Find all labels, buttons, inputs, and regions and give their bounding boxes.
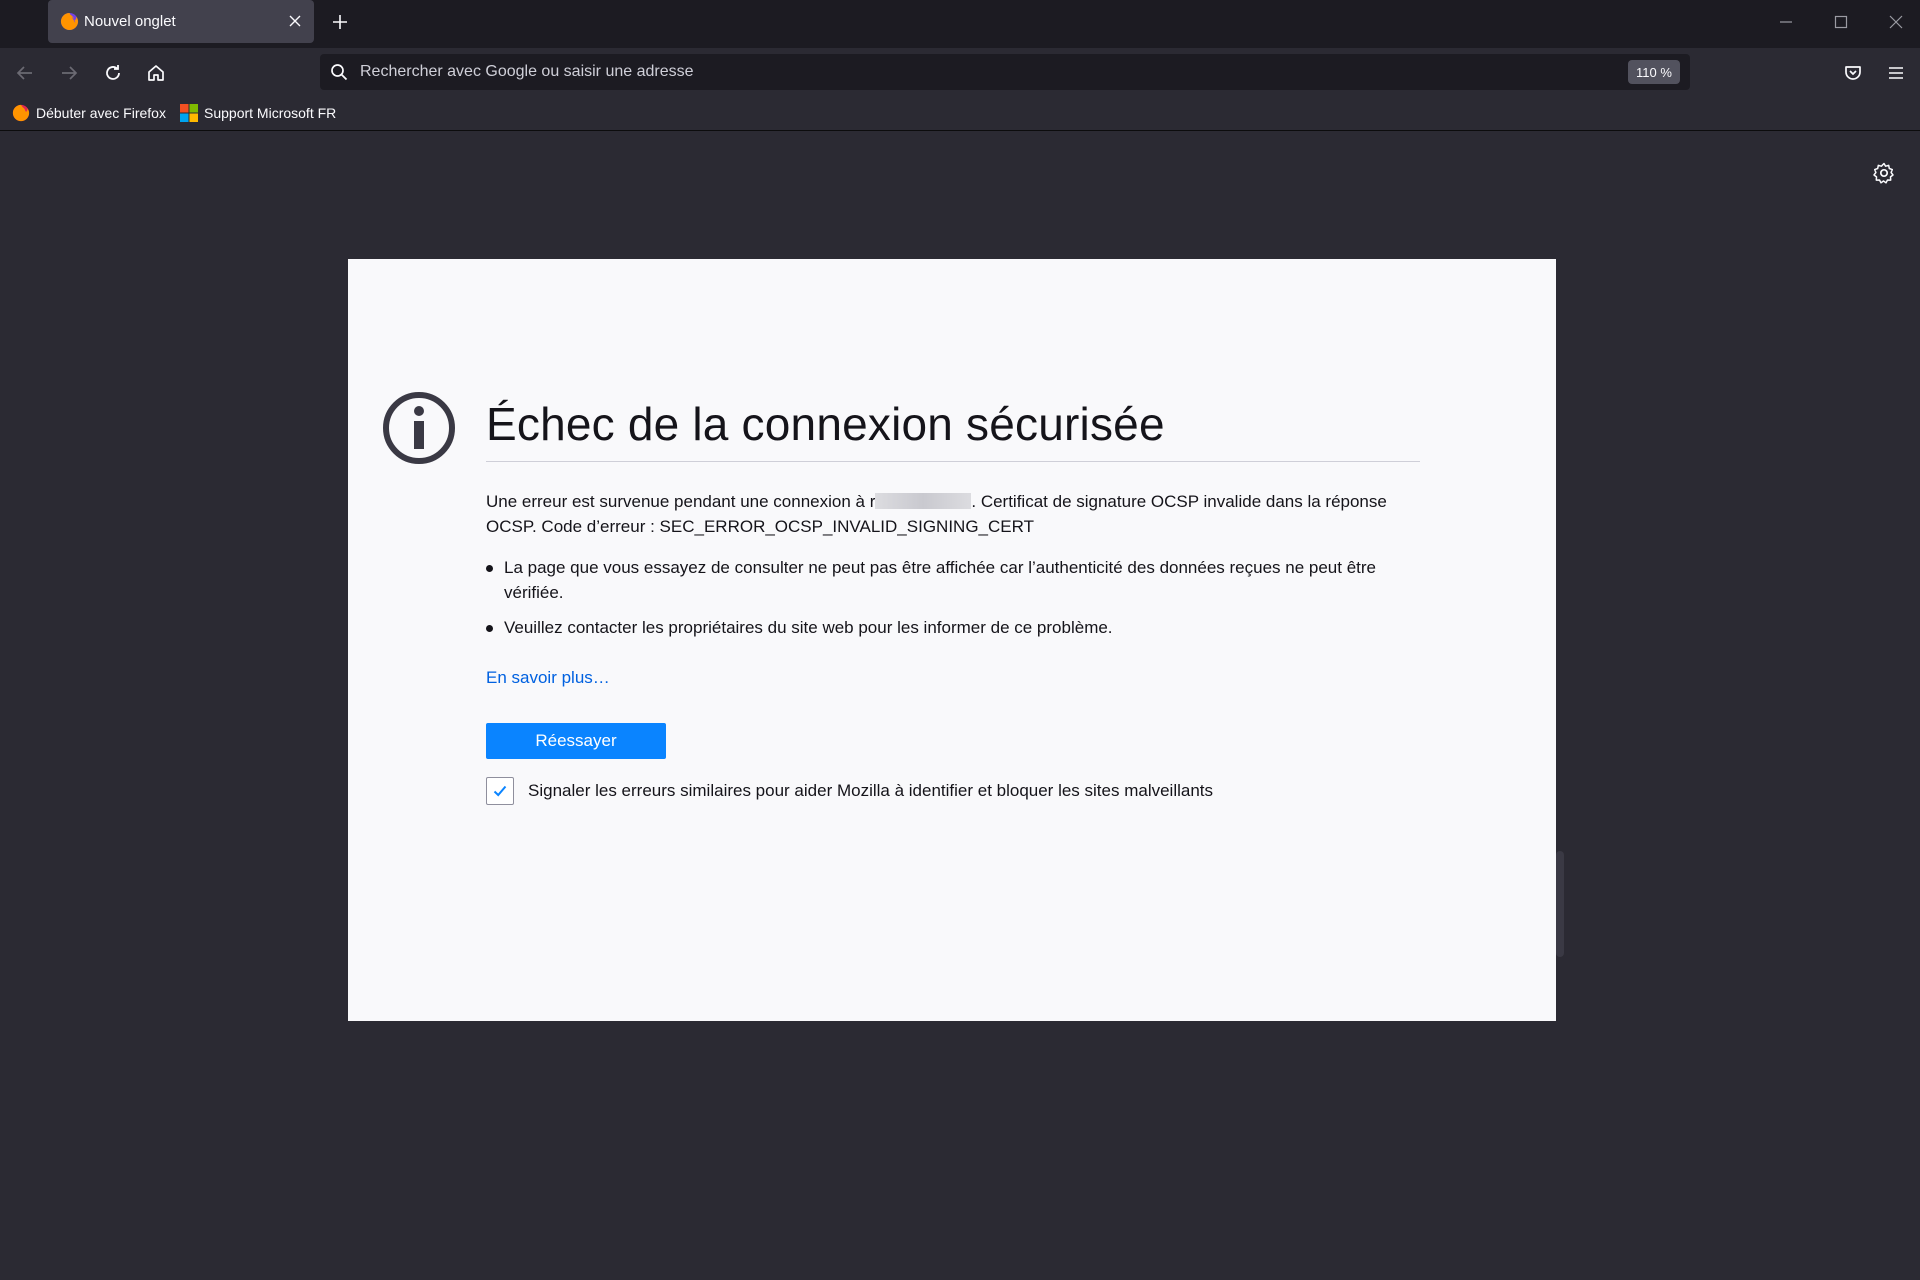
microsoft-logo-icon <box>180 104 198 122</box>
report-errors-label[interactable]: Signaler les erreurs similaires pour aid… <box>528 781 1213 801</box>
list-item: Veuillez contacter les propriétaires du … <box>486 615 1426 640</box>
close-window-icon[interactable] <box>1884 10 1908 34</box>
tab-strip: Nouvel onglet <box>0 0 1920 48</box>
error-description-prefix: Une erreur est survenue pendant une conn… <box>486 492 876 511</box>
zoom-level-badge[interactable]: 110 % <box>1628 60 1680 84</box>
checkmark-icon <box>493 785 507 797</box>
redacted-hostname <box>875 493 972 509</box>
list-item-text: La page que vous essayez de consulter ne… <box>504 558 1376 602</box>
firefox-icon <box>12 104 30 122</box>
bookmarks-toolbar: Débuter avec Firefox Support Microsoft F… <box>0 96 1920 131</box>
new-tab-plus-icon[interactable] <box>328 10 352 34</box>
minimize-icon[interactable] <box>1774 10 1798 34</box>
maximize-icon[interactable] <box>1829 10 1853 34</box>
firefox-icon <box>60 12 79 31</box>
error-card: Échec de la connexion sécurisée Une erre… <box>348 259 1556 1021</box>
address-bar[interactable]: Rechercher avec Google ou saisir une adr… <box>320 54 1690 90</box>
retry-button[interactable]: Réessayer <box>486 723 666 759</box>
page-content: Échec de la connexion sécurisée Une erre… <box>0 131 1920 1280</box>
bullet-icon <box>486 565 493 572</box>
hamburger-menu-icon[interactable] <box>1883 60 1909 86</box>
search-icon <box>331 64 348 81</box>
home-icon[interactable] <box>143 60 169 86</box>
pocket-icon[interactable] <box>1840 60 1866 86</box>
back-arrow-icon[interactable] <box>12 60 38 86</box>
learn-more-link[interactable]: En savoir plus… <box>486 668 610 688</box>
bookmark-label: Support Microsoft FR <box>204 105 337 121</box>
tab-new-tab[interactable]: Nouvel onglet <box>48 0 314 43</box>
reload-icon[interactable] <box>100 60 126 86</box>
list-item-text: Veuillez contacter les propriétaires du … <box>504 618 1113 637</box>
bookmark-support-microsoft-fr[interactable]: Support Microsoft FR <box>180 102 336 124</box>
page-title: Échec de la connexion sécurisée <box>486 398 1165 450</box>
tab-title: Nouvel onglet <box>84 13 176 30</box>
close-tab-icon[interactable] <box>286 12 304 30</box>
scrollbar-thumb[interactable] <box>1556 851 1564 957</box>
report-errors-checkbox[interactable] <box>486 777 514 805</box>
bookmark-debuter-avec-firefox[interactable]: Débuter avec Firefox <box>12 102 166 124</box>
error-bullet-list: La page que vous essayez de consulter ne… <box>486 555 1426 650</box>
error-description: Une erreur est survenue pendant une conn… <box>486 489 1426 539</box>
title-divider <box>486 461 1420 462</box>
gear-icon[interactable] <box>1872 161 1896 185</box>
bullet-icon <box>486 625 493 632</box>
bookmark-label: Débuter avec Firefox <box>36 105 166 121</box>
forward-arrow-icon[interactable] <box>56 60 82 86</box>
info-icon <box>383 392 455 464</box>
address-placeholder[interactable]: Rechercher avec Google ou saisir une adr… <box>360 63 694 81</box>
list-item: La page que vous essayez de consulter ne… <box>486 555 1426 605</box>
navigation-toolbar: Rechercher avec Google ou saisir une adr… <box>0 48 1920 96</box>
